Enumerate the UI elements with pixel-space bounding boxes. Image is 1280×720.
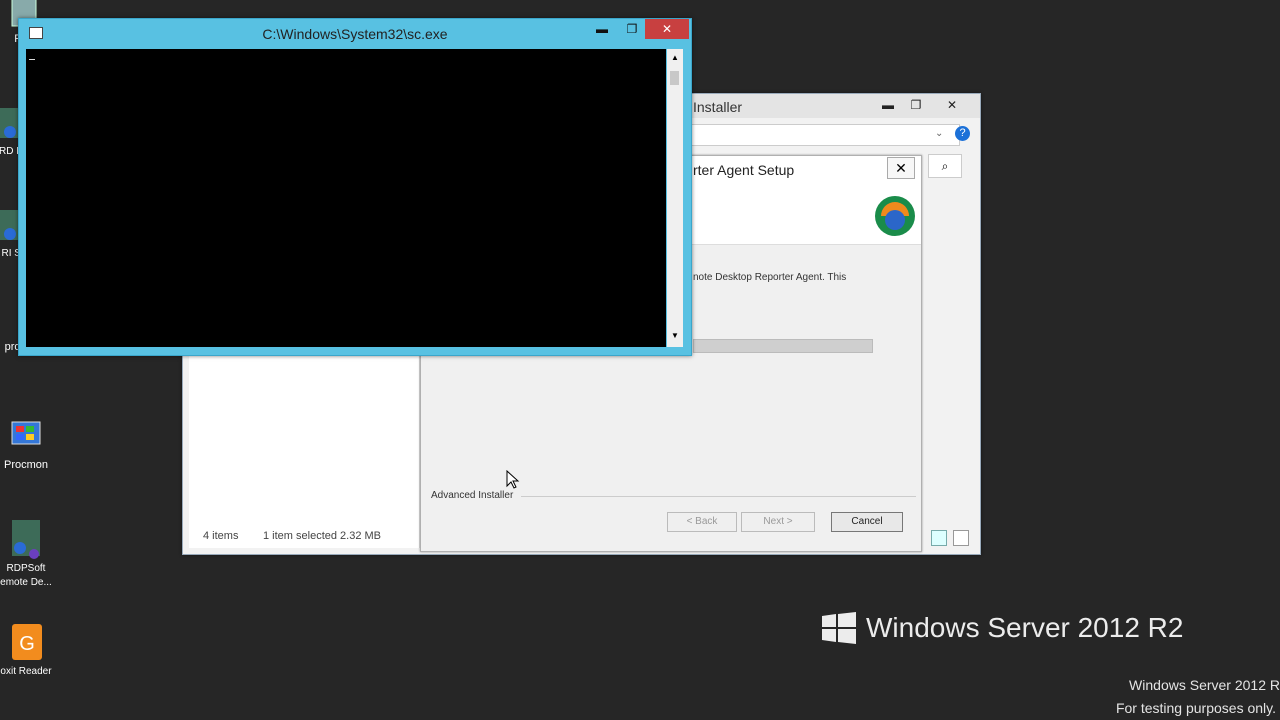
console-cursor (29, 59, 35, 60)
desktop-icon-procmon[interactable]: Procmon (0, 416, 58, 473)
scroll-down-icon[interactable]: ▼ (671, 331, 679, 340)
watermark-line1: Windows Server 2012 R (1129, 677, 1280, 693)
foxit-icon: G (6, 622, 46, 662)
desktop-icon-label: Procmon (3, 459, 49, 471)
details-view-icon[interactable] (931, 530, 947, 546)
installer-title: rter Agent Setup (693, 162, 795, 178)
installer-body-text: note Desktop Reporter Agent. This (693, 272, 847, 283)
installer-close-button[interactable]: ✕ (887, 157, 915, 179)
search-icon[interactable]: ⌕ (928, 154, 962, 178)
explorer-title: Installer (693, 99, 743, 115)
console-scrollbar[interactable]: ▲ ▼ (667, 49, 683, 347)
scroll-up-icon[interactable]: ▲ (671, 53, 679, 62)
desktop-icon-rdpsoft[interactable]: RDPSoft emote De... (0, 520, 58, 590)
large-icons-view-icon[interactable] (953, 530, 969, 546)
svg-text:G: G (19, 633, 35, 655)
close-button[interactable]: ✕ (939, 96, 965, 114)
back-button[interactable]: < Back (667, 512, 737, 532)
rdp-icon (6, 520, 46, 560)
address-bar[interactable] (688, 124, 960, 146)
desktop-icon-label: RDPSoft (6, 563, 46, 574)
cancel-button[interactable]: Cancel (831, 512, 903, 532)
minimize-button[interactable]: ▬ (875, 96, 901, 114)
procmon-icon (6, 416, 46, 456)
mouse-cursor-icon (506, 469, 520, 495)
next-button[interactable]: Next > (741, 512, 815, 532)
console-window: C:\Windows\System32\sc.exe ▬ ❐ ✕ ▲ ▼ (18, 18, 692, 356)
console-maximize-button[interactable]: ❐ (615, 19, 649, 39)
installer-logo-icon (871, 186, 919, 247)
help-icon[interactable]: ? (955, 126, 970, 141)
console-minimize-button[interactable]: ▬ (585, 19, 619, 39)
status-item-count: 4 items (203, 530, 239, 542)
os-branding: Windows Server 2012 R2 (866, 612, 1184, 643)
watermark-line2: For testing purposes only. (1115, 700, 1276, 716)
scroll-thumb[interactable] (670, 71, 679, 85)
desktop-icon-label-line2: emote De... (0, 577, 52, 588)
installer-progress-bar (693, 339, 873, 353)
desktop-icon-foxit[interactable]: G oxit Reader (0, 622, 58, 679)
divider (521, 496, 916, 497)
navigation-pane[interactable] (189, 356, 420, 548)
windows-logo-icon (822, 612, 858, 649)
console-close-button[interactable]: ✕ (645, 19, 689, 39)
desktop-icon-label: oxit Reader (0, 666, 52, 677)
status-selection: 1 item selected 2.32 MB (263, 530, 382, 542)
console-screen[interactable] (26, 49, 666, 347)
installer-brand: Advanced Installer (431, 490, 514, 501)
chevron-down-icon[interactable]: ⌄ (935, 128, 943, 139)
maximize-button[interactable]: ❐ (903, 96, 929, 114)
